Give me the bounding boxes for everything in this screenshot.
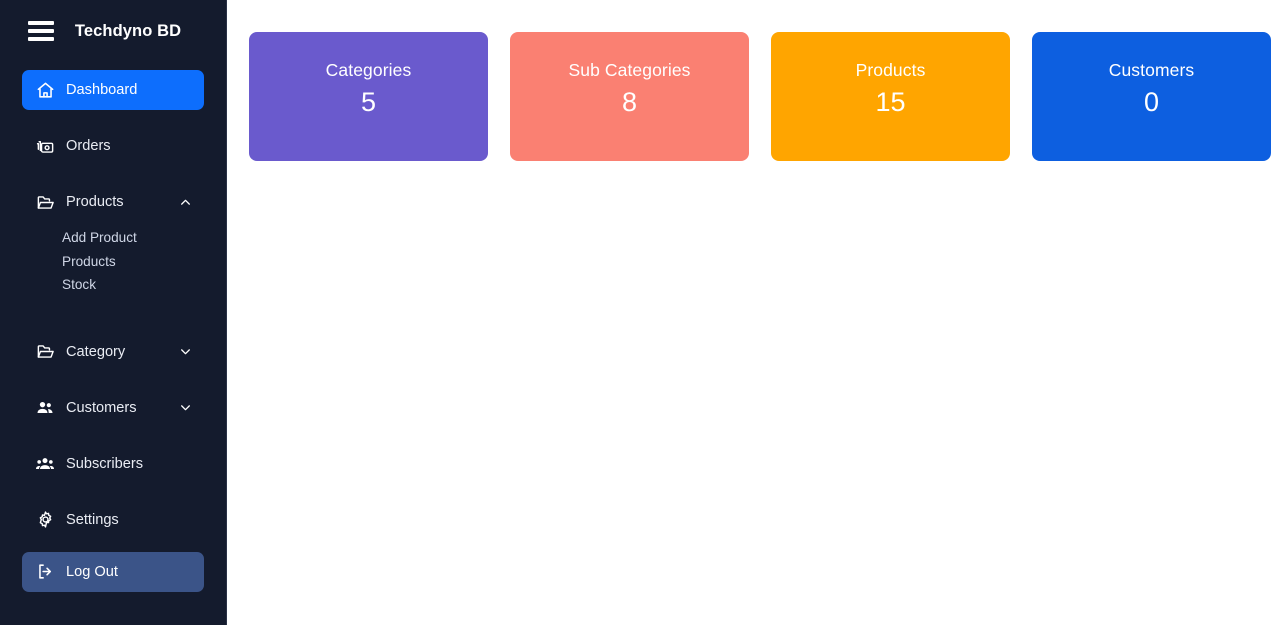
sign-out-icon (34, 561, 56, 583)
stat-card-products[interactable]: Products 15 (771, 32, 1010, 161)
sidebar-item-settings[interactable]: Settings (22, 500, 204, 540)
stat-card-customers[interactable]: Customers 0 (1032, 32, 1271, 161)
sidebar-item-products[interactable]: Products (22, 182, 204, 222)
stat-card-value: 0 (1143, 87, 1160, 117)
home-icon (34, 79, 56, 101)
gear-icon (34, 509, 56, 531)
stat-card-title: Products (855, 60, 926, 80)
chevron-up-icon[interactable] (178, 195, 192, 209)
chevron-down-icon[interactable] (178, 401, 192, 415)
folder-icon (34, 191, 56, 213)
sidebar-nav: Dashboard Orders Products Add Product Pr… (0, 62, 226, 592)
sidebar-item-label: Products (66, 194, 124, 210)
sidebar-item-label: Category (66, 343, 126, 360)
products-submenu: Add Product Products Stock (22, 222, 204, 297)
hamburger-icon[interactable] (28, 21, 54, 41)
folder-icon (34, 341, 56, 363)
stat-card-value: 8 (621, 87, 638, 117)
sidebar-item-customers[interactable]: Customers (22, 388, 204, 428)
sidebar-item-dashboard[interactable]: Dashboard (22, 70, 204, 110)
stat-card-value: 15 (875, 87, 906, 117)
stat-card-row: Categories 5 Sub Categories 8 Products 1… (249, 32, 1271, 161)
sidebar-item-label: Subscribers (66, 455, 144, 472)
sidebar-header: Techdyno BD (0, 0, 226, 62)
submenu-item-stock[interactable]: Stock (22, 273, 204, 297)
sidebar-item-label: Dashboard (66, 82, 138, 98)
sidebar-item-category[interactable]: Category (22, 332, 204, 372)
sidebar-item-label: Orders (66, 138, 111, 154)
sidebar-item-label: Log Out (66, 563, 118, 580)
stat-card-value: 5 (360, 87, 377, 117)
chevron-down-icon[interactable] (178, 345, 192, 359)
sidebar-item-label: Settings (66, 511, 119, 528)
brand-title: Techdyno BD (74, 21, 182, 40)
sidebar-item-logout[interactable]: Log Out (22, 551, 204, 592)
app-root: Techdyno BD Dashboard Orders Products Ad… (0, 0, 1280, 625)
users-icon (34, 397, 56, 419)
stat-card-title: Sub Categories (568, 60, 691, 80)
submenu-item-add-product[interactable]: Add Product (22, 226, 204, 250)
sidebar-item-label: Customers (66, 399, 137, 416)
main-content: Categories 5 Sub Categories 8 Products 1… (227, 0, 1280, 625)
sidebar-item-orders[interactable]: Orders (22, 126, 204, 166)
sidebar-item-subscribers[interactable]: Subscribers (22, 444, 204, 484)
stat-card-sub-categories[interactable]: Sub Categories 8 (510, 32, 749, 161)
stat-card-categories[interactable]: Categories 5 (249, 32, 488, 161)
sidebar: Techdyno BD Dashboard Orders Products Ad… (0, 0, 227, 625)
orders-icon (34, 135, 56, 157)
stat-card-title: Categories (325, 60, 412, 80)
stat-card-title: Customers (1108, 60, 1195, 80)
submenu-item-products[interactable]: Products (22, 250, 204, 274)
user-group-icon (34, 453, 56, 475)
